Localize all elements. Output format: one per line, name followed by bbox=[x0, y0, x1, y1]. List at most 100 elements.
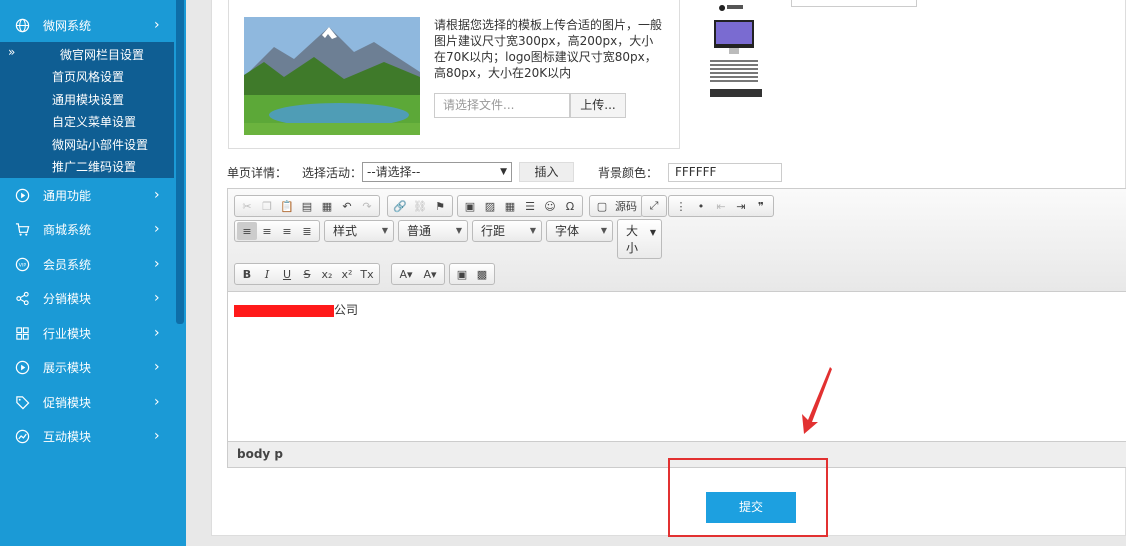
chevron-right-icon: › bbox=[154, 325, 160, 341]
bg-color-label: 背景颜色： bbox=[598, 166, 659, 180]
numbered-list-icon[interactable]: ⋮ bbox=[671, 197, 691, 215]
trend-icon bbox=[13, 427, 31, 445]
bg-color-icon[interactable]: A▾ bbox=[418, 265, 442, 283]
table-icon[interactable]: ▦ bbox=[500, 197, 520, 215]
sidebar-item-general[interactable]: 通用功能 › bbox=[0, 178, 174, 212]
sidebar-scrollbar[interactable] bbox=[176, 0, 184, 324]
sidebar-item-interaction[interactable]: 互动模块 › bbox=[0, 419, 174, 453]
activity-select-value: --请选择-- bbox=[367, 165, 421, 179]
undo-icon[interactable]: ↶ bbox=[337, 197, 357, 215]
chevron-right-icon: › bbox=[154, 359, 160, 375]
sidebar-item-distribution[interactable]: 分销模块 › bbox=[0, 281, 174, 315]
underline-icon[interactable]: U bbox=[277, 265, 297, 283]
picture-icon[interactable]: ▨ bbox=[480, 197, 500, 215]
sidebar-item-industry[interactable]: 行业模块 › bbox=[0, 316, 174, 350]
submenu-item-home-style[interactable]: 首页风格设置 bbox=[52, 68, 124, 85]
file-path-input[interactable]: 请选择文件... bbox=[434, 93, 570, 118]
submenu-item-column-settings[interactable]: 微官网栏目设置 bbox=[60, 46, 144, 63]
text-color-icon[interactable]: A▾ bbox=[394, 265, 418, 283]
basic-style-group: B I U S x₂ x² Tx bbox=[234, 263, 380, 285]
sidebar-item-wechat-system[interactable]: 微网系统 › bbox=[0, 8, 174, 42]
chevron-right-icon: › bbox=[154, 221, 160, 237]
sidebar-item-display[interactable]: 展示模块 › bbox=[0, 350, 174, 384]
extra-group: ▣ ▩ bbox=[449, 263, 495, 285]
activity-select[interactable]: --请选择-- ▼ bbox=[362, 162, 512, 182]
smiley-icon[interactable]: ☺ bbox=[540, 197, 560, 215]
paste-icon[interactable]: 📋 bbox=[277, 197, 297, 215]
paste-word-icon[interactable]: ▦ bbox=[317, 197, 337, 215]
align-right-icon[interactable]: ≡ bbox=[277, 222, 297, 240]
grid-icon bbox=[13, 324, 31, 342]
strikethrough-icon[interactable]: S bbox=[297, 265, 317, 283]
landscape-thumbnail-image bbox=[244, 17, 420, 135]
editor-content-area[interactable]: 公司 bbox=[228, 293, 1126, 441]
blockquote-icon[interactable]: ❞ bbox=[751, 197, 771, 215]
dropdown-arrow-icon: ▼ bbox=[500, 167, 507, 177]
cut-icon[interactable]: ✂ bbox=[237, 197, 257, 215]
format-combo[interactable]: 普通 ▼ bbox=[398, 220, 468, 242]
dropdown-arrow-icon: ▼ bbox=[455, 226, 462, 235]
dropdown-arrow-icon: ▼ bbox=[600, 226, 607, 235]
chevron-right-icon: › bbox=[154, 256, 160, 272]
remove-format-icon[interactable]: Tx bbox=[357, 265, 377, 283]
submit-button[interactable]: 提交 bbox=[706, 492, 796, 523]
sidebar-item-label: 会员系统 bbox=[43, 257, 92, 272]
image-insert-icon[interactable]: ▣ bbox=[452, 265, 472, 283]
italic-icon[interactable]: I bbox=[257, 265, 277, 283]
font-size-combo[interactable]: 大 小 ▼ bbox=[617, 219, 662, 259]
share-icon bbox=[13, 289, 31, 307]
editor-content-text: 公司 bbox=[334, 303, 359, 317]
bulleted-list-icon[interactable]: • bbox=[691, 197, 711, 215]
copy-icon[interactable]: ❐ bbox=[257, 197, 277, 215]
tag-icon bbox=[13, 393, 31, 411]
submenu-item-widgets[interactable]: 微网站小部件设置 bbox=[52, 136, 148, 153]
align-left-icon[interactable]: ≡ bbox=[237, 222, 257, 240]
source-icon[interactable]: ▢ bbox=[592, 197, 612, 215]
detail-label: 单页详情： bbox=[227, 166, 288, 180]
link-icon[interactable]: 🔗 bbox=[390, 197, 410, 215]
sidebar-item-label: 微网系统 bbox=[43, 18, 92, 33]
sidebar-item-promotion[interactable]: 促销模块 › bbox=[0, 385, 174, 419]
style-combo[interactable]: 样式 ▼ bbox=[324, 220, 394, 242]
align-center-icon[interactable]: ≡ bbox=[257, 222, 277, 240]
chevron-right-icon: › bbox=[154, 187, 160, 203]
sidebar-item-label: 通用功能 bbox=[43, 188, 92, 203]
submenu-item-qrcode[interactable]: 推广二维码设置 bbox=[52, 158, 136, 175]
unlink-icon[interactable]: ⛓ bbox=[410, 197, 430, 215]
sidebar-item-member[interactable]: VIP 会员系统 › bbox=[0, 247, 174, 281]
qrcode-icon[interactable]: ▩ bbox=[472, 265, 492, 283]
bold-icon[interactable]: B bbox=[237, 265, 257, 283]
insert-button[interactable]: 插入 bbox=[519, 162, 574, 182]
sidebar-item-mall[interactable]: 商城系统 › bbox=[0, 212, 174, 246]
sidebar-item-label: 商城系统 bbox=[43, 222, 92, 237]
horizontal-line-icon[interactable]: ☰ bbox=[520, 197, 540, 215]
align-group: ≡ ≡ ≡ ≣ bbox=[234, 220, 320, 242]
bg-color-input[interactable]: FFFFFF bbox=[668, 163, 782, 182]
anchor-flag-icon[interactable]: ⚑ bbox=[430, 197, 450, 215]
indent-icon[interactable]: ⇥ bbox=[731, 197, 751, 215]
chevron-right-icon: › bbox=[154, 17, 160, 33]
redo-icon[interactable]: ↷ bbox=[357, 197, 377, 215]
cart-icon bbox=[13, 220, 31, 238]
maximize-group: ⤢ bbox=[641, 195, 667, 217]
subscript-icon[interactable]: x₂ bbox=[317, 265, 337, 283]
superscript-icon[interactable]: x² bbox=[337, 265, 357, 283]
justify-icon[interactable]: ≣ bbox=[297, 222, 317, 240]
sidebar-item-label: 分销模块 bbox=[43, 291, 92, 306]
sidebar-item-label: 互动模块 bbox=[43, 429, 92, 444]
outdent-icon[interactable]: ⇤ bbox=[711, 197, 731, 215]
submenu-item-custom-menu[interactable]: 自定义菜单设置 bbox=[52, 113, 136, 130]
maximize-icon[interactable]: ⤢ bbox=[644, 197, 664, 215]
special-char-icon[interactable]: Ω bbox=[560, 197, 580, 215]
active-marker-icon: » bbox=[8, 45, 16, 59]
font-combo[interactable]: 字体 ▼ bbox=[546, 220, 613, 242]
source-label[interactable]: 源码 bbox=[612, 197, 640, 215]
paste-text-icon[interactable]: ▤ bbox=[297, 197, 317, 215]
image-icon[interactable]: ▣ bbox=[460, 197, 480, 215]
line-spacing-combo[interactable]: 行距 ▼ bbox=[472, 220, 542, 242]
upload-button[interactable]: 上传... bbox=[570, 93, 626, 118]
font-size-combo-label-2: 小 bbox=[626, 241, 639, 255]
top-right-field[interactable] bbox=[791, 0, 917, 7]
submenu-item-module-settings[interactable]: 通用模块设置 bbox=[52, 91, 124, 108]
font-combo-label: 字体 bbox=[555, 224, 580, 238]
